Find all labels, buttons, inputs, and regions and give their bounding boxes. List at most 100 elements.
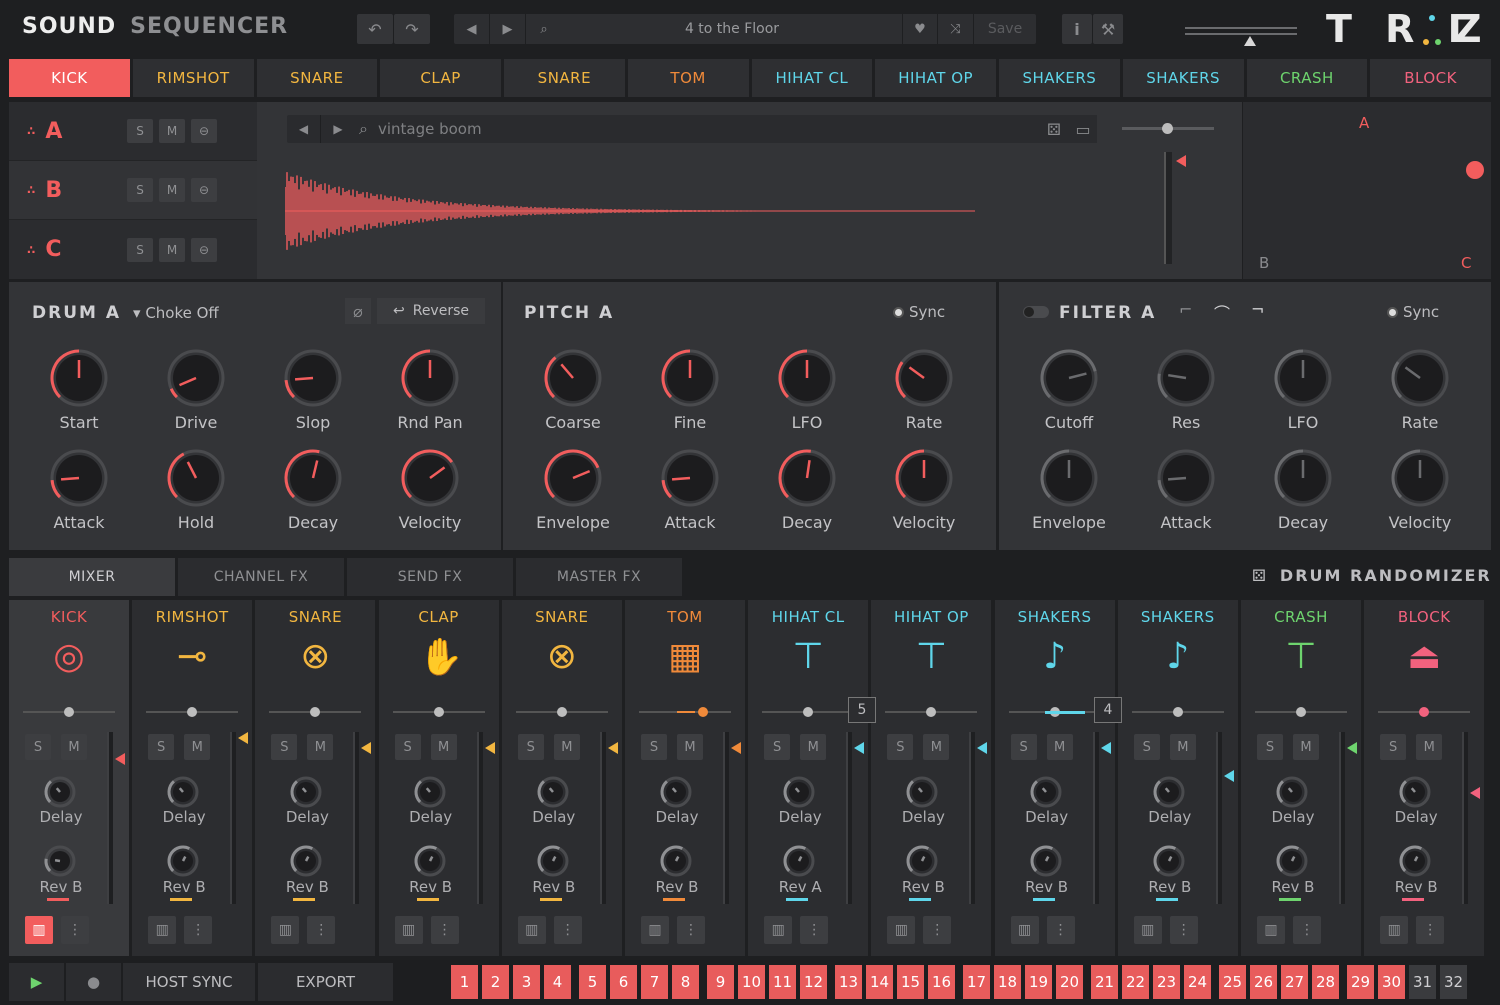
- knob-coarse[interactable]: Coarse: [523, 348, 623, 432]
- knob-start[interactable]: Start: [29, 348, 129, 432]
- tab-send-fx[interactable]: SEND FX: [347, 558, 513, 596]
- piano-roll-button[interactable]: ▥: [148, 916, 177, 944]
- channel-solo-button[interactable]: S: [517, 734, 544, 760]
- tab-mixer[interactable]: MIXER: [9, 558, 175, 596]
- reverb-send-knob[interactable]: [782, 844, 816, 882]
- choke-dropdown[interactable]: ▾ Choke Off: [133, 304, 219, 322]
- step-button[interactable]: 19: [1024, 964, 1053, 1000]
- instrument-tab[interactable]: SNARE: [256, 59, 378, 97]
- link-icon[interactable]: ⊖: [191, 178, 217, 202]
- pan-handle[interactable]: [1296, 707, 1306, 717]
- channel-solo-button[interactable]: S: [271, 734, 298, 760]
- channel-menu-button[interactable]: ⋮: [677, 916, 705, 944]
- volume-handle[interactable]: [361, 742, 372, 755]
- layer-volume-handle[interactable]: [1176, 155, 1186, 167]
- channel-solo-button[interactable]: S: [25, 734, 51, 760]
- channel-menu-button[interactable]: ⋮: [307, 916, 336, 944]
- step-button[interactable]: 23: [1152, 964, 1181, 1000]
- channel-menu-button[interactable]: ⋮: [1293, 916, 1321, 944]
- piano-roll-button[interactable]: ▥: [25, 916, 53, 944]
- piano-roll-button[interactable]: ▥: [517, 916, 546, 944]
- knob-lfo[interactable]: LFO: [757, 348, 857, 432]
- volume-handle[interactable]: [115, 752, 125, 765]
- phase-invert-button[interactable]: ⌀: [345, 298, 371, 324]
- step-button[interactable]: 12: [799, 964, 828, 1000]
- favorite-button[interactable]: ♥: [902, 14, 938, 44]
- drum-randomizer-button[interactable]: ⚄ DRUM RANDOMIZER: [1252, 566, 1492, 585]
- instrument-tab[interactable]: KICK: [9, 59, 130, 97]
- channel-solo-button[interactable]: S: [1010, 734, 1037, 760]
- channel-solo-button[interactable]: S: [1133, 734, 1160, 760]
- knob-envelope[interactable]: Envelope: [523, 448, 623, 532]
- channel-menu-button[interactable]: ⋮: [923, 916, 952, 944]
- knob-fine[interactable]: Fine: [640, 348, 740, 432]
- reverse-button[interactable]: ↩ Reverse: [377, 298, 485, 324]
- channel-mute-button[interactable]: M: [1169, 734, 1196, 760]
- piano-roll-button[interactable]: ▥: [394, 916, 423, 944]
- step-button[interactable]: 11: [768, 964, 797, 1000]
- instrument-tab[interactable]: HIHAT CL: [751, 59, 873, 97]
- channel-mute-button[interactable]: M: [61, 734, 87, 760]
- channel-mute-button[interactable]: M: [800, 734, 827, 760]
- reverb-select[interactable]: Rev B: [871, 878, 975, 896]
- piano-roll-button[interactable]: ▥: [641, 916, 669, 944]
- shuffle-button[interactable]: ⤨: [938, 14, 974, 44]
- instrument-tab[interactable]: SHAKERS: [1122, 59, 1244, 97]
- pan-handle[interactable]: [64, 707, 74, 717]
- channel-menu-button[interactable]: ⋮: [61, 916, 89, 944]
- sample-name[interactable]: vintage boom: [378, 120, 482, 138]
- mixer-channel-shakers[interactable]: SHAKERS ♪ S M Delay Rev B ▥ ⋮: [994, 600, 1115, 956]
- reverb-send-knob[interactable]: [413, 844, 447, 882]
- reverb-select[interactable]: Rev B: [255, 878, 359, 896]
- pan-handle[interactable]: [803, 707, 814, 717]
- knob-attack[interactable]: Attack: [29, 448, 129, 532]
- step-button[interactable]: 32: [1439, 964, 1468, 1000]
- next-preset-button[interactable]: ▶: [490, 14, 526, 44]
- step-button[interactable]: 31: [1408, 964, 1437, 1000]
- reverb-select[interactable]: Rev B: [9, 878, 113, 896]
- reverb-select[interactable]: Rev B: [995, 878, 1099, 896]
- channel-solo-button[interactable]: S: [887, 734, 914, 760]
- step-button[interactable]: 15: [896, 964, 925, 1000]
- instrument-tab[interactable]: TOM: [627, 59, 749, 97]
- volume-handle[interactable]: [1223, 769, 1234, 782]
- layer-mute-button[interactable]: M: [159, 119, 185, 143]
- open-folder-button[interactable]: ▭: [1069, 115, 1097, 143]
- knob-slop[interactable]: Slop: [263, 348, 363, 432]
- channel-mute-button[interactable]: M: [430, 734, 457, 760]
- host-sync-button[interactable]: HOST SYNC: [123, 963, 255, 1001]
- reverb-send-knob[interactable]: [1275, 844, 1309, 882]
- channel-solo-button[interactable]: S: [1257, 734, 1283, 760]
- knob-lfo[interactable]: LFO: [1253, 348, 1353, 432]
- step-button[interactable]: 9: [706, 964, 735, 1000]
- search-preset-button[interactable]: ⌕: [526, 14, 562, 44]
- channel-menu-button[interactable]: ⋮: [1416, 916, 1445, 944]
- filter-enable-toggle[interactable]: [1023, 306, 1049, 318]
- mixer-channel-snare[interactable]: SNARE ⊗ S M Delay Rev B ▥ ⋮: [255, 600, 376, 956]
- instrument-tab[interactable]: CLAP: [380, 59, 501, 97]
- reverb-send-knob[interactable]: [1398, 844, 1432, 882]
- reverb-send-knob[interactable]: [536, 844, 570, 882]
- step-button[interactable]: 6: [609, 964, 638, 1000]
- knob-decay[interactable]: Decay: [263, 448, 363, 532]
- step-button[interactable]: 29: [1346, 964, 1375, 1000]
- reverb-select[interactable]: Rev B: [1364, 878, 1468, 896]
- piano-roll-button[interactable]: ▥: [1257, 916, 1285, 944]
- reverb-select[interactable]: Rev B: [379, 878, 483, 896]
- piano-roll-button[interactable]: ▥: [271, 916, 300, 944]
- prev-preset-button[interactable]: ◀: [454, 14, 490, 44]
- pan-handle[interactable]: [1172, 707, 1183, 717]
- volume-handle[interactable]: [854, 742, 865, 755]
- step-button[interactable]: 7: [640, 964, 669, 1000]
- step-button[interactable]: 24: [1183, 964, 1212, 1000]
- volume-handle[interactable]: [1347, 742, 1357, 755]
- reverb-send-knob[interactable]: [905, 844, 939, 882]
- channel-menu-button[interactable]: ⋮: [1046, 916, 1075, 944]
- step-button[interactable]: 10: [737, 964, 766, 1000]
- link-icon[interactable]: ⊖: [191, 119, 217, 143]
- knob-attack[interactable]: Attack: [640, 448, 740, 532]
- step-button[interactable]: 30: [1377, 964, 1406, 1000]
- mixer-channel-kick[interactable]: KICK ◎ S M Delay Rev B ▥ ⋮: [9, 600, 129, 956]
- step-button[interactable]: 1: [450, 964, 479, 1000]
- piano-roll-button[interactable]: ▥: [1133, 916, 1162, 944]
